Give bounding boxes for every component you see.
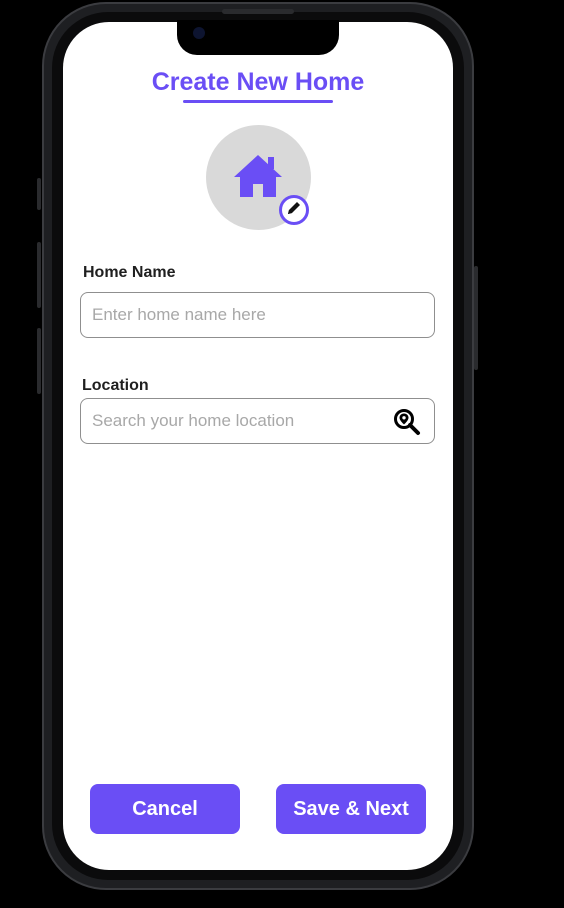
- location-search-input[interactable]: [92, 399, 382, 443]
- edit-image-button[interactable]: [279, 195, 309, 225]
- house-icon: [232, 153, 284, 204]
- title-underline: [183, 100, 333, 103]
- cancel-button[interactable]: Cancel: [90, 784, 240, 834]
- front-camera: [193, 27, 205, 39]
- volume-up-button: [37, 242, 41, 308]
- speaker-grille: [222, 9, 294, 14]
- page-title: Create New Home: [151, 68, 365, 96]
- location-search-icon[interactable]: [393, 408, 421, 441]
- home-name-input[interactable]: [92, 293, 382, 337]
- home-name-label: Home Name: [83, 264, 176, 281]
- home-name-field[interactable]: [80, 292, 435, 338]
- pencil-icon: [286, 200, 302, 221]
- volume-down-button: [37, 328, 41, 394]
- save-next-button[interactable]: Save & Next: [276, 784, 426, 834]
- action-button: [37, 178, 41, 210]
- power-button: [474, 266, 478, 370]
- location-field[interactable]: [80, 398, 435, 444]
- app-screen: Create New Home Home Name Location: [63, 22, 453, 870]
- location-label: Location: [82, 377, 149, 394]
- phone-mockup: Create New Home Home Name Location: [0, 0, 564, 908]
